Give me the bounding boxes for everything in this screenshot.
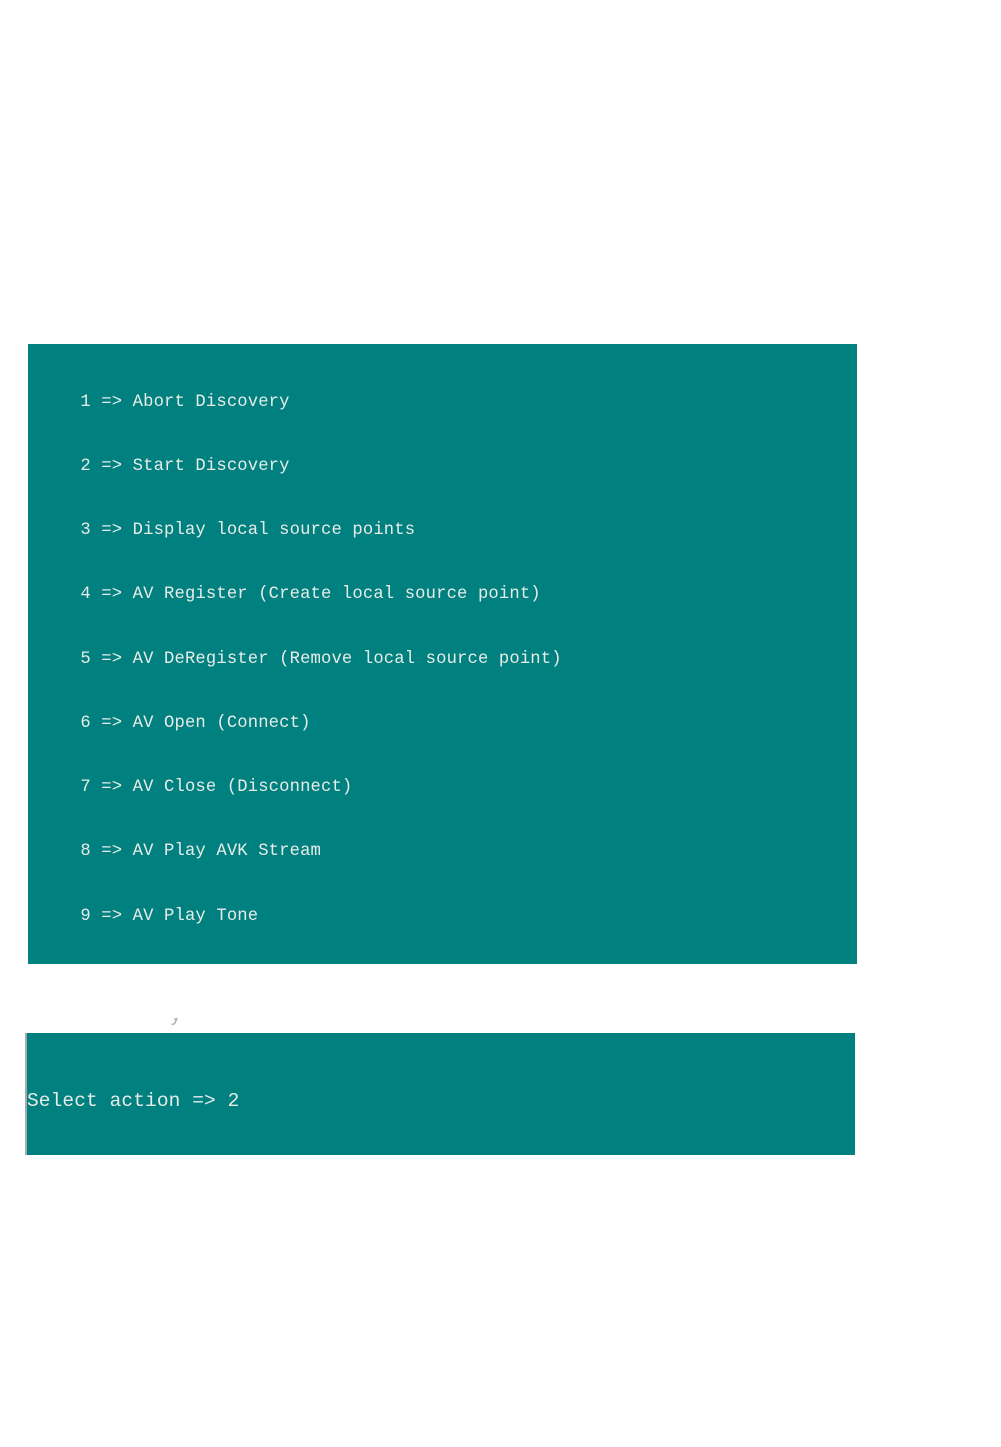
menu-line: 1 => Abort Discovery [28,392,290,412]
menu-line: 8 => AV Play AVK Stream [28,842,321,862]
menu-line: 7 => AV Close (Disconnect) [28,778,353,798]
screenshot-page: 1 => Abort Discovery 2 => Start Discover… [0,0,1001,1447]
action-menu-terminal[interactable]: 1 => Abort Discovery 2 => Start Discover… [28,344,857,964]
menu-line: 5 => AV DeRegister (Remove local source … [28,649,562,669]
menu-line: 4 => AV Register (Create local source po… [28,585,541,605]
clipped-glyph-text: y [170,1018,182,1030]
menu-line: 3 => Display local source points [28,521,416,541]
trace-prompt-line: Select action => 2 [27,1089,240,1112]
menu-line: 6 => AV Open (Connect) [28,713,311,733]
menu-line: 2 => Start Discovery [28,457,290,477]
menu-line: 9 => AV Play Tone [28,906,259,926]
clipped-glyph-artifact: y [170,1018,196,1034]
discovery-trace-terminal[interactable]: Select action => 2 Start Regular Discove… [25,1033,855,1155]
